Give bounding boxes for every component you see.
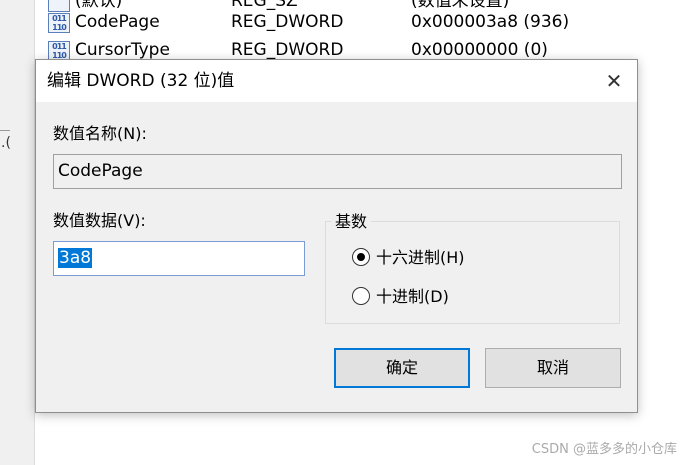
value-name: CodePage [75,12,160,32]
dialog-titlebar[interactable]: 编辑 DWORD (32 位)值 ✕ [36,60,637,102]
list-item[interactable]: 011 110 CodePage REG_DWORD 0x000003a8 (93… [44,8,691,36]
tree-partial-text: .( [1,135,11,151]
close-icon: ✕ [605,69,623,93]
edit-dword-dialog: 编辑 DWORD (32 位)值 ✕ 数值名称(N): CodePage 数值数… [35,59,638,413]
radio-dec-label: 十进制(D) [376,287,449,306]
value-data-text: 3a8 [58,248,93,268]
value-type: REG_DWORD [231,12,344,32]
radio-hex-label: 十六进制(H) [376,248,465,267]
watermark: CSDN @蓝多多的小仓库 [531,442,677,457]
close-button[interactable]: ✕ [591,60,637,102]
tree-connector-line [0,130,10,131]
registry-binary-icon: 011 110 [48,41,70,61]
base-group-label: 基数 [331,212,372,232]
value-data-label: 数值数据(V): [53,211,146,230]
radio-dec[interactable] [352,287,370,305]
cancel-button[interactable]: 取消 [485,348,621,388]
registry-binary-icon: 011 110 [48,13,70,33]
radio-dec-option[interactable]: 十进制(D) [352,285,449,309]
ok-button[interactable]: 确定 [334,348,470,388]
value-name-field: CodePage [53,154,622,189]
value-data-input[interactable]: 3a8 [53,241,305,276]
radio-hex-option[interactable]: 十六进制(H) [352,246,465,270]
registry-tree-pane: .( [0,0,35,465]
radio-hex[interactable] [352,248,370,266]
dialog-title: 编辑 DWORD (32 位)值 [47,71,235,91]
value-data: 0x000003a8 (936) [411,12,570,32]
value-name-label: 数值名称(N): [53,124,147,143]
